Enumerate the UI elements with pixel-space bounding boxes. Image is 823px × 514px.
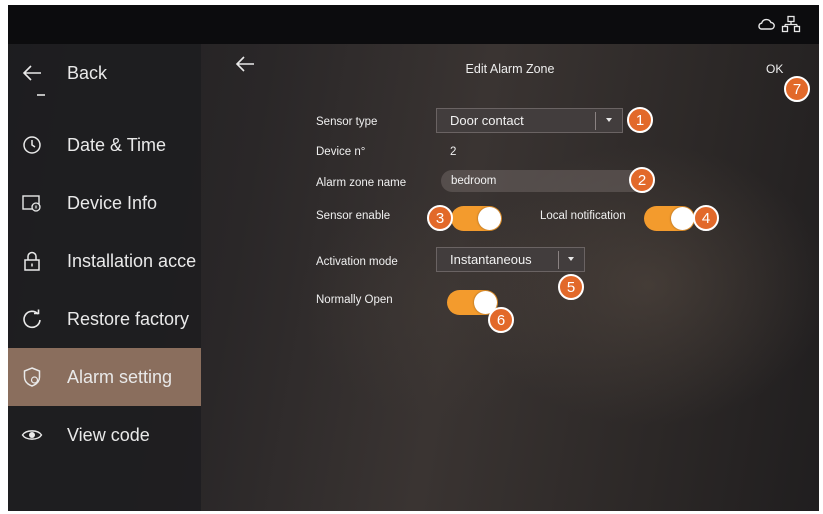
sidebar-item-label: Alarm setting bbox=[67, 366, 173, 387]
toggle-knob bbox=[671, 207, 694, 230]
main-panel: Edit Alarm Zone OK 7 Sensor type Door co… bbox=[201, 44, 819, 511]
callout-badge-5: 5 bbox=[558, 274, 584, 300]
lock-icon bbox=[24, 251, 40, 271]
normally-open-label: Normally Open bbox=[316, 294, 393, 306]
clock-icon bbox=[23, 136, 41, 154]
sidebar-item-label: View code bbox=[67, 424, 150, 445]
sensor-type-label: Sensor type bbox=[316, 116, 378, 128]
activation-mode-select[interactable]: Instantaneous bbox=[436, 247, 585, 272]
page-title: Edit Alarm Zone bbox=[465, 62, 555, 76]
sidebar-item-restore-factory[interactable]: Restore factory bbox=[8, 290, 201, 348]
sidebar-item-label: Restore factory bbox=[67, 308, 190, 329]
eye-icon bbox=[21, 430, 43, 440]
select-divider bbox=[558, 251, 559, 269]
ok-button[interactable]: OK bbox=[766, 62, 783, 76]
sensor-type-value: Door contact bbox=[450, 113, 524, 128]
device-screen: Back Date & Time Device Info Installatio… bbox=[8, 5, 819, 511]
sidebar-item-label: Installation acce bbox=[67, 250, 197, 271]
device-info-icon bbox=[22, 195, 41, 212]
sidebar-item-device-info[interactable]: Device Info bbox=[8, 174, 201, 232]
chevron-down-icon bbox=[568, 257, 574, 261]
sidebar-item-label: Date & Time bbox=[67, 134, 167, 155]
activation-mode-value: Instantaneous bbox=[450, 252, 532, 267]
alarm-zone-name-value: bedroom bbox=[451, 175, 497, 187]
alarm-zone-name-label: Alarm zone name bbox=[316, 177, 407, 189]
device-no-label: Device n° bbox=[316, 146, 366, 158]
local-notification-toggle[interactable] bbox=[644, 206, 695, 231]
chevron-down-icon bbox=[606, 118, 612, 122]
alarm-zone-name-field[interactable]: bedroom bbox=[441, 170, 646, 192]
callout-badge-3: 3 bbox=[427, 205, 453, 231]
shield-icon bbox=[23, 367, 41, 387]
sensor-type-select[interactable]: Door contact bbox=[436, 108, 623, 133]
sidebar-item-label: Back bbox=[67, 62, 108, 83]
network-icon bbox=[781, 15, 801, 33]
activation-mode-label: Activation mode bbox=[316, 256, 398, 268]
sensor-enable-toggle[interactable] bbox=[451, 206, 502, 231]
callout-badge-1: 1 bbox=[627, 107, 653, 133]
callout-badge-4: 4 bbox=[693, 205, 719, 231]
local-notification-label: Local notification bbox=[540, 210, 626, 222]
sidebar-item-label: Device Info bbox=[67, 192, 158, 213]
toggle-knob bbox=[478, 207, 501, 230]
refresh-icon bbox=[23, 309, 41, 329]
callout-badge-2: 2 bbox=[629, 167, 655, 193]
select-divider bbox=[595, 112, 596, 130]
cloud-icon bbox=[758, 18, 775, 30]
status-bar bbox=[8, 5, 819, 44]
scroll-divider bbox=[37, 94, 45, 96]
sidebar-item-view-code[interactable]: View code bbox=[8, 406, 201, 464]
sidebar-item-alarm-setting[interactable]: Alarm setting bbox=[8, 348, 201, 406]
sidebar-item-date-time[interactable]: Date & Time bbox=[8, 116, 201, 174]
callout-badge-7: 7 bbox=[784, 76, 810, 102]
device-no-value: 2 bbox=[450, 146, 457, 158]
sensor-enable-label: Sensor enable bbox=[316, 210, 391, 222]
arrow-left-icon bbox=[22, 65, 41, 81]
sidebar-item-installation-access[interactable]: Installation acce bbox=[8, 232, 201, 290]
callout-badge-6: 6 bbox=[488, 307, 514, 333]
sidebar: Back Date & Time Device Info Installatio… bbox=[8, 44, 201, 511]
